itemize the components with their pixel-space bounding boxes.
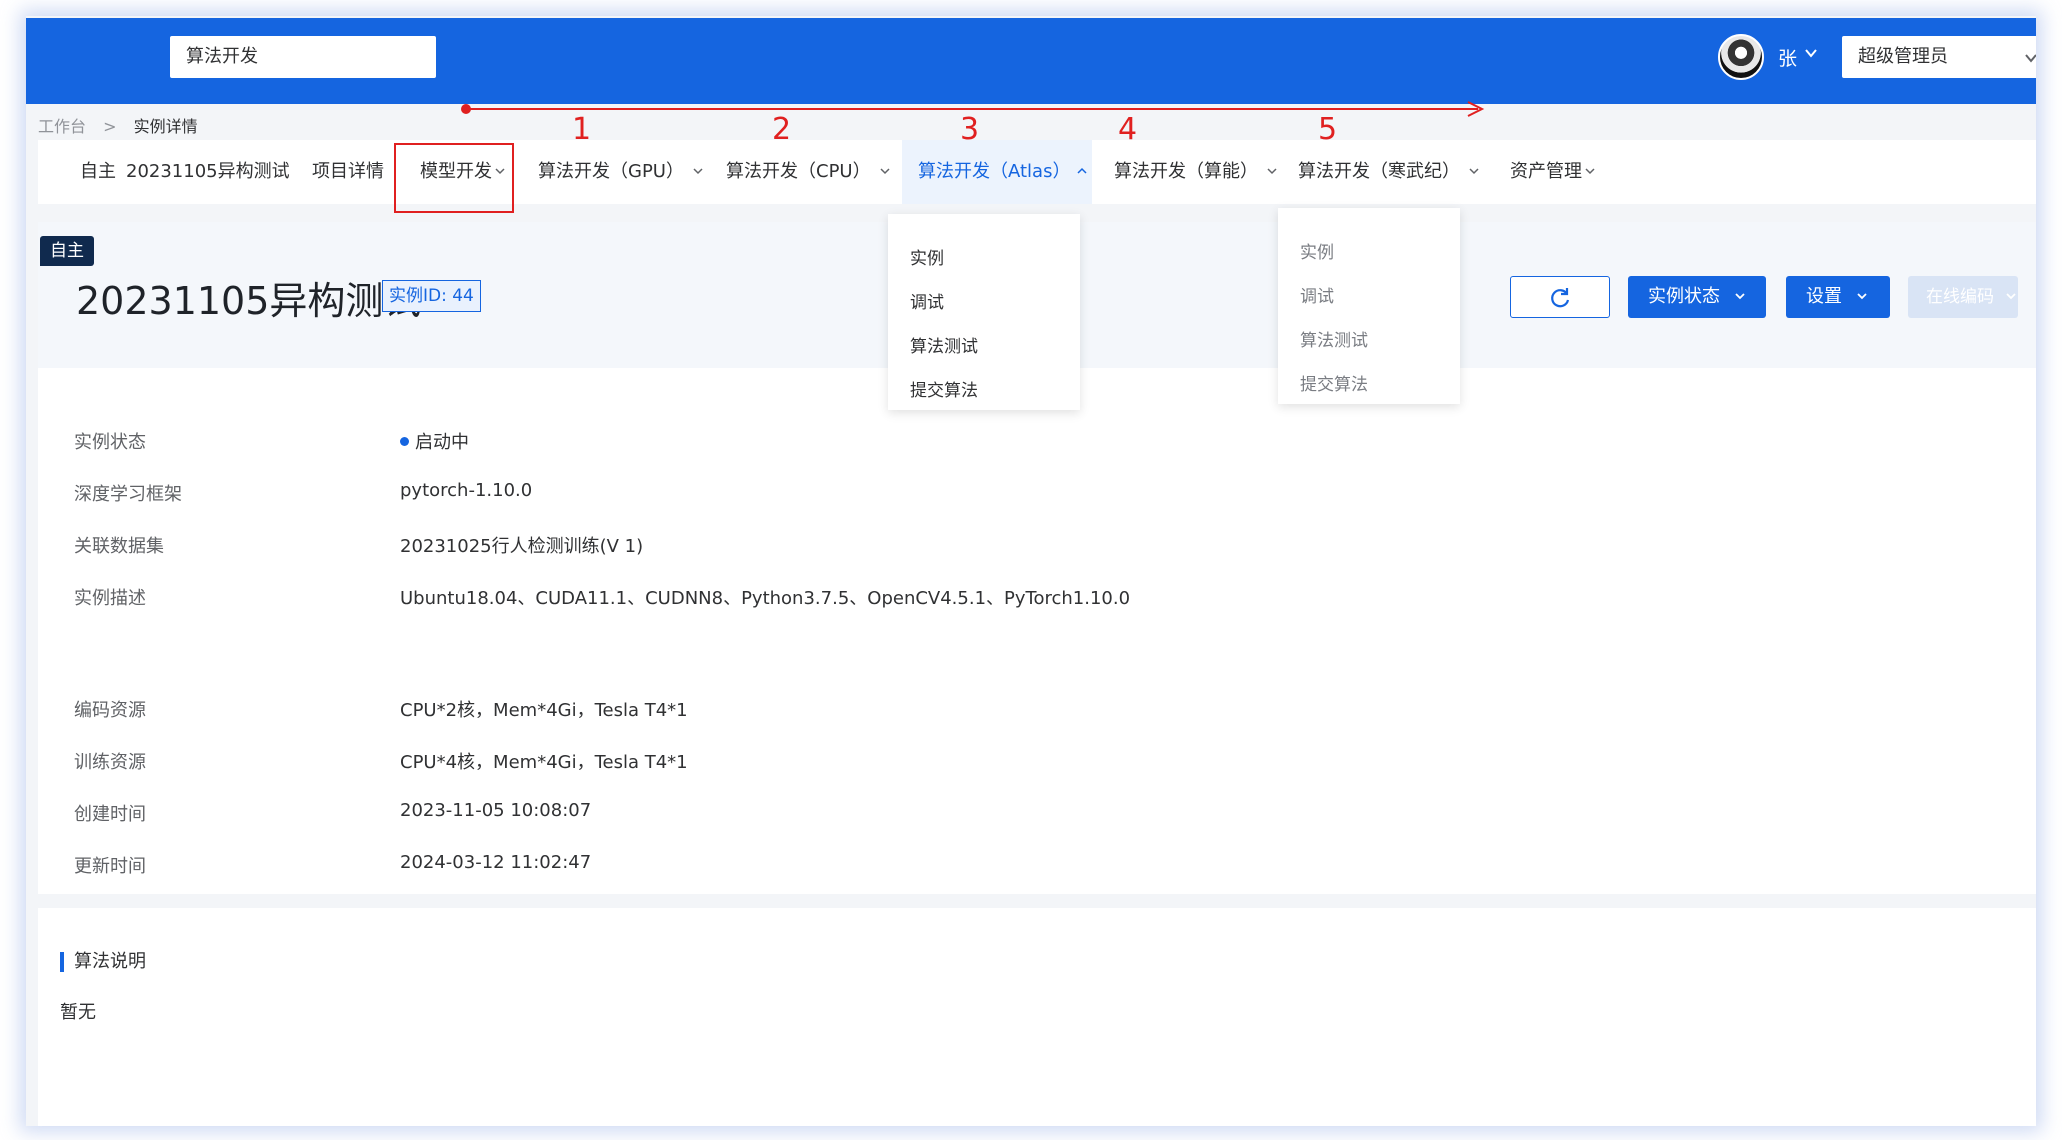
tab-label: 资产管理 [1510,161,1582,182]
tab-label: 算法开发（算能） [1114,161,1258,182]
detail-value: Ubuntu18.04、CUDA11.1、CUDNN8、Python3.7.5、… [400,588,1131,609]
refresh-icon [1551,288,1570,308]
tab-label: 算法开发（CPU） [726,161,871,182]
tab-label: 算法开发（寒武纪） [1298,161,1460,182]
self-badge: 自主 [40,236,94,266]
algorithm-title: 算法说明 [60,952,146,972]
menu-item-debug[interactable]: 调试 [910,288,944,313]
tab-asset-management[interactable]: 资产管理 [1510,140,1596,204]
tab-label: 项目详情 [312,161,384,182]
menu-item-submit-algo[interactable]: 提交算法 [910,376,978,401]
tab-algo-dev-gpu[interactable]: 算法开发（GPU） [538,140,704,204]
detail-label: 实例状态 [74,432,146,453]
nav-instance-tag: 自主 [80,161,116,182]
breadcrumb-separator: > [103,117,117,136]
button-label: 设置 [1806,286,1842,307]
online-coding-button[interactable]: 在线编码 [1908,276,2018,318]
menu-item-debug[interactable]: 调试 [1300,282,1334,307]
nav-instance-name: 自主 20231105异构测试 [80,140,290,204]
tab-project-detail[interactable]: 项目详情 [312,140,384,204]
menu-item-submit-algo[interactable]: 提交算法 [1300,370,1368,395]
breadcrumb: 工作台 > 实例详情 [38,113,198,137]
detail-value: 2024-03-12 11:02:47 [400,852,592,873]
tab-label: 算法开发（Atlas） [918,161,1071,182]
annotation-step-1: 1 [572,112,592,147]
chevron-down-icon [2006,293,2017,300]
chevron-down-icon [2025,54,2036,63]
detail-value: CPU*2核，Mem*4Gi，Tesla T4*1 [400,700,688,721]
status-text: 启动中 [415,432,469,453]
menu-item-instance[interactable]: 实例 [910,244,944,269]
annotation-step-2: 2 [772,112,792,147]
chevron-down-icon [693,168,703,175]
tab-algo-dev-cpu[interactable]: 算法开发（CPU） [726,140,891,204]
instance-detail-panel: 实例状态 启动中 深度学习框架 pytorch-1.10.0 关联数据集 202… [38,368,2036,894]
status-dot-icon [400,436,409,446]
menu-item-instance[interactable]: 实例 [1300,238,1334,263]
annotation-highlight-box [394,143,514,213]
detail-label: 深度学习框架 [74,484,182,505]
menu-item-algo-test[interactable]: 算法测试 [1300,326,1368,351]
instance-id-badge: 实例ID: 44 [382,280,481,312]
instance-nav-bar: 自主 20231105异构测试 项目详情 模型开发 算法开发（GPU） 算法开发（… [38,140,2036,204]
detail-label: 关联数据集 [74,536,164,557]
tab-algo-dev-sophon[interactable]: 算法开发（算能） [1114,140,1278,204]
user-name[interactable]: 张 [1778,44,1797,71]
chevron-down-icon [1735,293,1745,300]
algorithm-section: 算法说明 暂无 [38,908,2036,1126]
nav-instance-title: 20231105异构测试 [126,161,290,182]
user-avatar[interactable] [1718,34,1764,80]
detail-value: 20231025行人检测训练(V 1) [400,536,644,557]
annotation-step-4: 4 [1118,112,1138,147]
instance-title: 20231105异构测试 [76,279,422,323]
detail-value: 2023-11-05 10:08:07 [400,800,592,821]
tab-algo-dev-cambricon[interactable]: 算法开发（寒武纪） [1298,140,1480,204]
algorithm-body: 暂无 [60,1002,96,1023]
breadcrumb-home[interactable]: 工作台 [38,117,86,136]
top-header: 张 超级管理员 [26,18,2036,104]
detail-value: CPU*4核，Mem*4Gi，Tesla T4*1 [400,752,688,773]
detail-value: pytorch-1.10.0 [400,480,533,501]
cambricon-dropdown-menu: 实例 调试 算法测试 提交算法 [1278,208,1460,404]
chevron-down-icon [880,168,890,175]
user-menu-chevron-icon[interactable] [1804,40,1818,65]
chevron-down-icon [1585,168,1595,175]
button-label: 在线编码 [1926,287,1994,307]
annotation-step-5: 5 [1318,112,1338,147]
detail-label: 更新时间 [74,856,146,877]
chevron-down-icon [1469,168,1479,175]
tab-algo-dev-atlas[interactable]: 算法开发（Atlas） [902,140,1092,204]
menu-item-algo-test[interactable]: 算法测试 [910,332,978,357]
refresh-button[interactable] [1510,276,1610,318]
detail-label: 编码资源 [74,700,146,721]
chevron-down-icon [1857,293,1867,300]
instance-status-button[interactable]: 实例状态 [1628,276,1766,318]
tab-label: 算法开发（GPU） [538,161,684,182]
chevron-down-icon [1267,168,1277,175]
detail-label: 实例描述 [74,588,146,609]
role-select-value: 超级管理员 [1858,46,1948,67]
settings-button[interactable]: 设置 [1786,276,1890,318]
app-frame: 张 超级管理员 工作台 > 实例详情 自主20231105异构测试 项目详情 模… [26,16,2036,1126]
search-input[interactable] [170,36,436,78]
atlas-dropdown-menu: 实例 调试 算法测试 提交算法 [888,214,1080,410]
annotation-step-3: 3 [960,112,980,147]
detail-label: 训练资源 [74,752,146,773]
detail-label: 创建时间 [74,804,146,825]
chevron-up-icon [1077,167,1087,174]
breadcrumb-current: 实例详情 [133,117,198,136]
button-label: 实例状态 [1648,286,1720,307]
role-select[interactable]: 超级管理员 [1842,36,2036,78]
status-value: 启动中 [400,428,469,454]
